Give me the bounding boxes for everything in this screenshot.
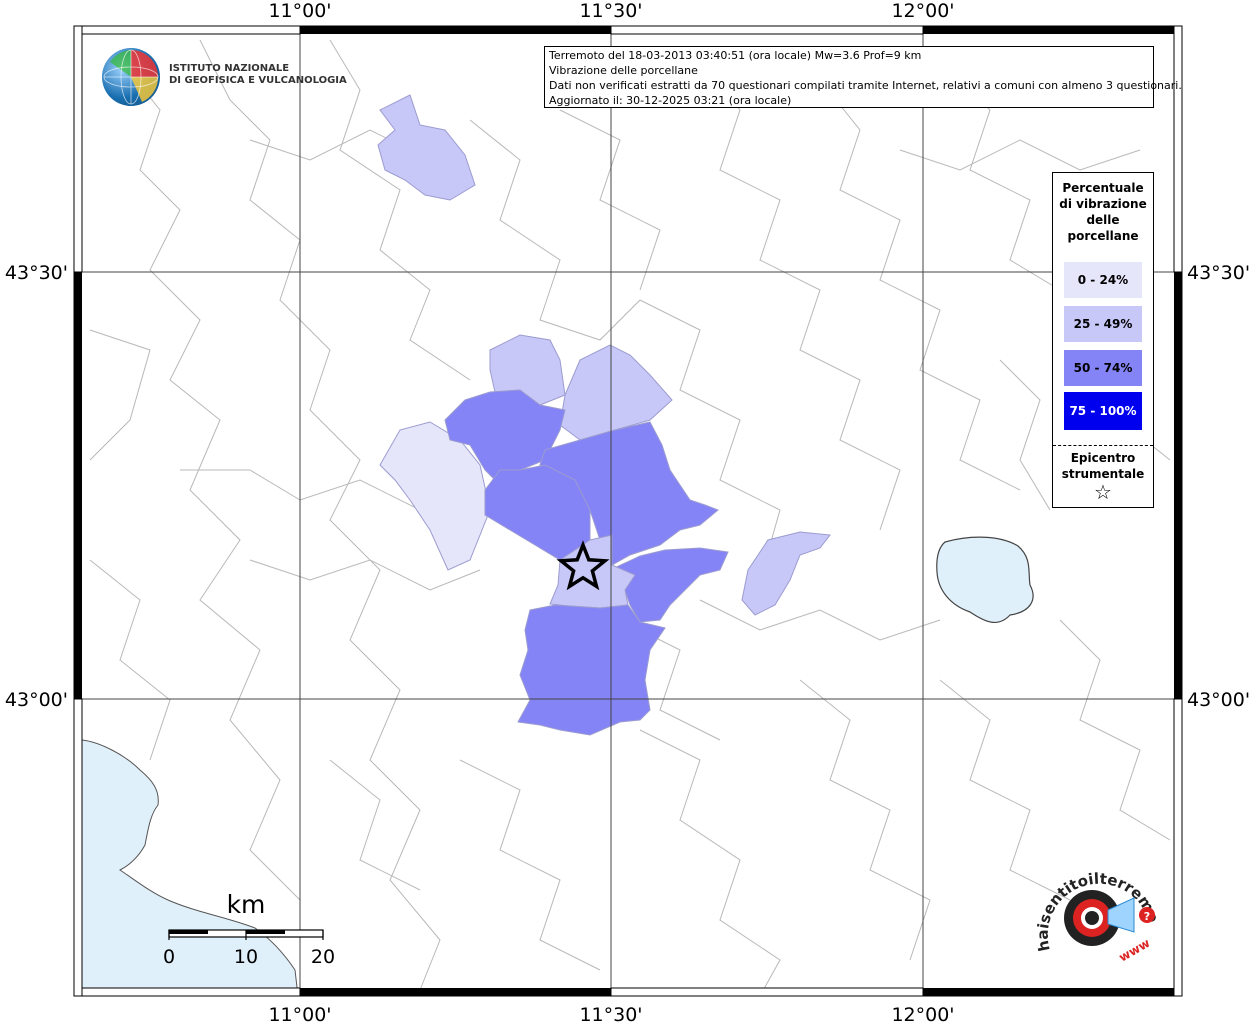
hst-www: www — [1117, 936, 1153, 965]
scale-unit-label: km — [227, 890, 266, 919]
lon-tick-bottom-2: 11°30' — [579, 1004, 642, 1024]
legend-title-line: porcellane — [1067, 229, 1139, 243]
lon-tick-bottom-3: 12°00' — [891, 1004, 954, 1024]
star-icon: ☆ — [1094, 480, 1112, 504]
svg-text:?: ? — [1144, 910, 1150, 923]
legend-epicenter-line: Epicentro — [1070, 451, 1136, 465]
ingv-line2: DI GEOFISICA E VULCANOLOGIA — [169, 75, 347, 86]
event-line: Terremoto del 18-03-2013 03:40:51 (ora l… — [549, 49, 922, 62]
legend-class-25-49: 25 - 49% — [1064, 306, 1142, 342]
lon-tick-bottom-1: 11°00' — [268, 1004, 331, 1024]
scale-label-10: 10 — [234, 946, 258, 968]
legend-class-label: 25 - 49% — [1073, 317, 1133, 331]
ingv-line1: ISTITUTO NAZIONALE — [169, 63, 290, 74]
parameter-line: Vibrazione delle porcellane — [549, 64, 698, 77]
lon-tick-top-2: 11°30' — [579, 0, 642, 22]
scale-label-20: 20 — [311, 946, 335, 968]
ingv-logo: ISTITUTO NAZIONALE DI GEOFISICA E VULCAN… — [100, 48, 347, 110]
municipality-50-74-south — [517, 604, 666, 736]
legend-divider — [1053, 445, 1153, 446]
lon-tick-top-1: 11°00' — [268, 0, 331, 22]
legend-class-label: 50 - 74% — [1073, 361, 1133, 375]
lat-tick-left-1: 43°30' — [5, 262, 68, 284]
scale-label-0: 0 — [163, 946, 175, 968]
legend-class-75-100: 75 - 100% — [1064, 392, 1142, 430]
haisentitoilterremoto-logo: haisentitoilterremoto.it ? www — [1025, 856, 1170, 980]
legend-title-line: di vibrazione — [1059, 197, 1147, 211]
legend-title-line: Percentuale — [1062, 181, 1144, 195]
legend-title: Percentuale di vibrazione delle porcella… — [1053, 180, 1153, 244]
legend-class-label: 75 - 100% — [1069, 404, 1137, 418]
legend: Percentuale di vibrazione delle porcella… — [1052, 172, 1154, 508]
data-note-line: Dati non verificati estratti da 70 quest… — [549, 79, 1182, 92]
lat-tick-right-2: 43°00' — [1187, 689, 1250, 711]
legend-epicenter: Epicentro strumentale ☆ — [1053, 450, 1153, 504]
lon-tick-top-3: 12°00' — [891, 0, 954, 22]
ingv-globe-icon — [102, 48, 160, 106]
legend-class-label: 0 - 24% — [1077, 273, 1129, 287]
legend-class-0-24: 0 - 24% — [1064, 262, 1142, 298]
legend-class-50-74: 50 - 74% — [1064, 350, 1142, 386]
event-info-box: Terremoto del 18-03-2013 03:40:51 (ora l… — [544, 46, 1182, 108]
updated-line: Aggiornato il: 30-12-2025 03:21 (ora loc… — [549, 94, 792, 107]
lat-tick-right-1: 43°30' — [1187, 262, 1250, 284]
legend-title-line: delle — [1086, 213, 1120, 227]
lat-tick-left-2: 43°00' — [5, 689, 68, 711]
